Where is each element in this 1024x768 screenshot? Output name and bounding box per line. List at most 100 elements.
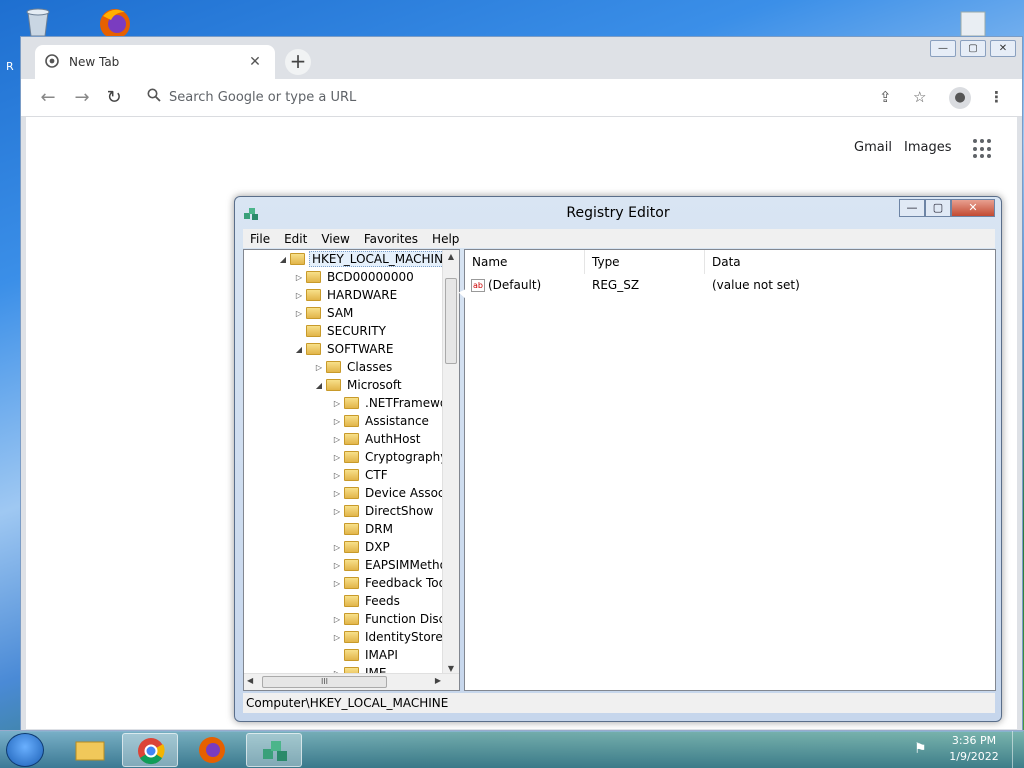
tree-expand-icon[interactable]: ▷: [332, 471, 342, 480]
tree-item[interactable]: ▷ BCD00000000: [294, 268, 416, 286]
registry-tree-pane[interactable]: ◢ HKEY_LOCAL_MACHINE ▷ BCD00000000 ▷ HARDWARE…: [243, 249, 460, 691]
tree-item[interactable]: ▷ IdentityStore: [332, 628, 445, 646]
registry-close-button[interactable]: ✕: [951, 199, 995, 217]
minimize-button[interactable]: —: [930, 40, 956, 57]
folder-icon: [75, 741, 105, 761]
tree-item-label: DirectShow: [365, 504, 434, 518]
reload-icon[interactable]: ↻: [103, 87, 125, 108]
tree-expand-icon[interactable]: ▷: [294, 291, 304, 300]
tab-new-tab[interactable]: New Tab ✕: [35, 45, 275, 79]
tree-item[interactable]: DRM: [332, 520, 395, 538]
tree-item[interactable]: IMAPI: [332, 646, 400, 664]
tab-close-icon[interactable]: ✕: [245, 54, 265, 70]
show-desktop-button[interactable]: [1012, 731, 1024, 768]
images-link[interactable]: Images: [904, 140, 952, 155]
tree-item[interactable]: ▷ Feedback Tool: [332, 574, 451, 592]
menu-file[interactable]: File: [250, 232, 270, 246]
tree-item[interactable]: ▷ CTF: [332, 466, 390, 484]
gmail-link[interactable]: Gmail: [854, 140, 892, 155]
tree-hscroll-thumb[interactable]: III: [262, 676, 387, 688]
forward-icon[interactable]: →: [71, 87, 93, 108]
scroll-down-icon[interactable]: ▼: [443, 664, 459, 673]
bookmark-star-icon[interactable]: ☆: [913, 88, 926, 106]
tree-item[interactable]: ◢ Microsoft: [314, 376, 404, 394]
tree-expand-icon[interactable]: ▷: [332, 561, 342, 570]
taskbar-explorer-button[interactable]: [62, 733, 118, 767]
tree-item[interactable]: ▷ Function Disco: [332, 610, 455, 628]
new-tab-button[interactable]: +: [285, 49, 311, 75]
close-button[interactable]: ✕: [990, 40, 1016, 57]
tree-expand-icon[interactable]: ▷: [332, 543, 342, 552]
registry-minimize-button[interactable]: —: [899, 199, 925, 217]
start-button[interactable]: [6, 733, 44, 767]
document-desktop-icon[interactable]: [955, 10, 993, 38]
tree-item[interactable]: ▷ Cryptography: [332, 448, 449, 466]
system-clock[interactable]: 3:36 PM 1/9/2022: [946, 733, 1002, 765]
registry-values-pane[interactable]: Name Type Data ab (Default) REG_SZ (value…: [464, 249, 996, 691]
profile-avatar-icon[interactable]: ●: [949, 87, 971, 109]
scroll-up-icon[interactable]: ▲: [443, 252, 459, 261]
tree-expand-icon[interactable]: ▷: [294, 309, 304, 318]
menu-favorites[interactable]: Favorites: [364, 232, 418, 246]
column-header-name[interactable]: Name: [465, 250, 585, 274]
tree-expand-icon[interactable]: ▷: [332, 633, 342, 642]
value-name: (Default): [488, 278, 542, 292]
menu-kebab-icon[interactable]: ⋮: [989, 88, 1004, 106]
recycle-bin-icon[interactable]: [20, 6, 56, 38]
maximize-button[interactable]: ▢: [960, 40, 986, 57]
tree-item[interactable]: ▷ Assistance: [332, 412, 431, 430]
scroll-right-icon[interactable]: ▶: [435, 676, 441, 685]
tree-expand-icon[interactable]: ▷: [332, 579, 342, 588]
tree-collapse-icon[interactable]: ◢: [278, 255, 288, 264]
tree-expand-icon[interactable]: ▷: [294, 273, 304, 282]
column-header-data[interactable]: Data: [705, 250, 995, 274]
scroll-left-icon[interactable]: ◀: [247, 676, 253, 685]
tree-item[interactable]: ▷ .NETFramewor: [332, 394, 454, 412]
omnibox-placeholder: Search Google or type a URL: [169, 90, 357, 105]
google-apps-icon[interactable]: [973, 139, 993, 159]
registry-maximize-button[interactable]: ▢: [925, 199, 951, 217]
tree-item[interactable]: ▷ DXP: [332, 538, 392, 556]
tree-item[interactable]: ▷ HARDWARE: [294, 286, 399, 304]
taskbar-firefox-button[interactable]: [184, 733, 240, 767]
tree-expand-icon[interactable]: ▷: [314, 363, 324, 372]
tree-item-label: BCD00000000: [327, 270, 414, 284]
tree-vertical-scrollbar[interactable]: ▲ ▼: [442, 250, 459, 675]
folder-icon: [306, 289, 321, 301]
tree-item[interactable]: Feeds: [332, 592, 402, 610]
tree-expand-icon[interactable]: ▷: [332, 615, 342, 624]
tree-collapse-icon[interactable]: ◢: [294, 345, 304, 354]
tree-expand-icon[interactable]: ▷: [332, 417, 342, 426]
omnibox[interactable]: Search Google or type a URL: [137, 84, 937, 112]
chrome-titlebar: New Tab ✕ + — ▢ ✕: [21, 37, 1022, 79]
tree-item[interactable]: ▷ Classes: [314, 358, 394, 376]
menu-edit[interactable]: Edit: [284, 232, 307, 246]
tree-item[interactable]: ▷ DirectShow: [332, 502, 435, 520]
taskbar-chrome-button[interactable]: [122, 733, 178, 767]
taskbar-regedit-button[interactable]: [246, 733, 302, 767]
tree-item[interactable]: ▷ SAM: [294, 304, 355, 322]
action-center-flag-icon[interactable]: ⚑: [914, 741, 927, 757]
tree-item[interactable]: ▷ EAPSIMMetho: [332, 556, 449, 574]
share-icon[interactable]: ⇪: [879, 88, 892, 106]
tree-collapse-icon[interactable]: ◢: [314, 381, 324, 390]
tree-expand-icon[interactable]: ▷: [332, 489, 342, 498]
column-header-type[interactable]: Type: [585, 250, 705, 274]
tree-expand-icon[interactable]: ▷: [332, 399, 342, 408]
tree-item[interactable]: SECURITY: [294, 322, 388, 340]
menu-help[interactable]: Help: [432, 232, 459, 246]
tree-vscroll-thumb[interactable]: [445, 278, 457, 364]
tree-item[interactable]: ◢ HKEY_LOCAL_MACHINE: [278, 250, 454, 268]
tree-item[interactable]: ◢ SOFTWARE: [294, 340, 395, 358]
tree-horizontal-scrollbar[interactable]: ◀ III ▶: [244, 673, 459, 690]
tree-expand-icon[interactable]: ▷: [332, 453, 342, 462]
menu-view[interactable]: View: [321, 232, 349, 246]
back-icon[interactable]: ←: [37, 87, 59, 108]
tree-expand-icon[interactable]: ▷: [332, 435, 342, 444]
chrome-icon: [138, 738, 165, 765]
folder-icon: [344, 649, 359, 661]
firefox-desktop-icon[interactable]: [95, 6, 135, 40]
tree-item[interactable]: ▷ Device Associa: [332, 484, 457, 502]
tree-item[interactable]: ▷ AuthHost: [332, 430, 422, 448]
tree-expand-icon[interactable]: ▷: [332, 507, 342, 516]
